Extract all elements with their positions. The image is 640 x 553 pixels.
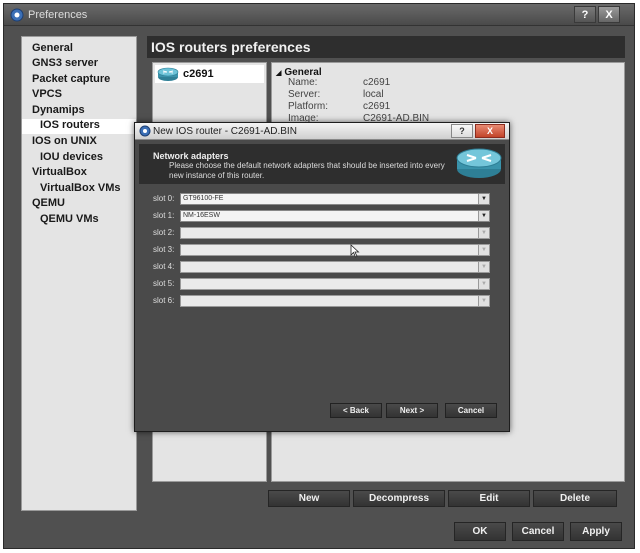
new-ios-router-dialog: New IOS router - C2691-AD.BIN ? X Networ… [134,122,510,432]
slot-1-select[interactable]: NM-16ESW ▼ [180,210,490,222]
slot-6-label: slot 6: [153,296,175,305]
prop-platform-key: Platform: [288,101,329,112]
gns3-app-icon [10,8,24,22]
sidebar-item-ios-on-unix[interactable]: IOS on UNIX [32,135,97,150]
slot-2-label: slot 2: [153,228,175,237]
edit-button[interactable]: Edit [448,490,530,507]
sidebar-item-general[interactable]: General [32,42,73,57]
sidebar-item-packet-capture[interactable]: Packet capture [32,73,110,88]
slot-5-label: slot 5: [153,279,175,288]
sidebar-item-virtualbox[interactable]: VirtualBox [32,166,87,181]
ok-button[interactable]: OK [454,522,506,541]
prop-name-value: c2691 [363,77,391,88]
collapse-triangle-icon: ◢ [276,70,282,77]
prop-server-value: local [363,89,384,100]
slot-1-value: NM-16ESW [183,212,220,219]
chevron-down-icon: ▼ [478,228,489,238]
chevron-down-icon: ▼ [478,279,489,289]
new-button[interactable]: New [268,490,350,507]
apply-button[interactable]: Apply [570,522,622,541]
slot-5-select[interactable]: ▼ [180,278,490,290]
slot-0-value: GT96100-FE [183,195,224,202]
prop-platform-value: c2691 [363,101,391,112]
prop-server-key: Server: [288,89,321,100]
sidebar-item-dynamips[interactable]: Dynamips [32,104,85,119]
router-icon [157,67,179,81]
sidebar-item-ios-routers[interactable]: IOS routers [22,119,136,134]
dialog-title: New IOS router - C2691-AD.BIN [153,126,297,137]
dialog-close-button[interactable]: X [475,124,505,138]
decompress-button[interactable]: Decompress [353,490,445,507]
sidebar-item-qemu[interactable]: QEMU [32,197,65,212]
help-button[interactable]: ? [574,6,596,23]
next-button[interactable]: Next > [386,403,438,418]
slot-4-select[interactable]: ▼ [180,261,490,273]
slot-6-select[interactable]: ▼ [180,295,490,307]
delete-button[interactable]: Delete [533,490,617,507]
chevron-down-icon: ▼ [478,296,489,306]
sidebar-item-vpcs[interactable]: VPCS [32,88,62,103]
sidebar-item-virtualbox-vms[interactable]: VirtualBox VMs [40,182,121,197]
chevron-down-icon: ▼ [478,262,489,272]
slot-3-label: slot 3: [153,245,175,254]
dialog-cancel-button[interactable]: Cancel [445,403,497,418]
chevron-down-icon: ▼ [478,211,489,221]
sidebar-item-qemu-vms[interactable]: QEMU VMs [40,213,99,228]
cancel-button[interactable]: Cancel [512,522,564,541]
chevron-down-icon: ▼ [478,245,489,255]
slot-2-select[interactable]: ▼ [180,227,490,239]
dialog-titlebar[interactable]: New IOS router - C2691-AD.BIN ? X [135,123,509,140]
slot-0-select[interactable]: GT96100-FE ▼ [180,193,490,205]
close-button[interactable]: X [598,6,620,23]
prop-name-key: Name: [288,77,318,88]
window-title: Preferences [28,9,88,21]
chevron-down-icon: ▼ [478,194,489,204]
slot-0-label: slot 0: [153,194,175,203]
router-icon [456,148,502,178]
gns3-dialog-icon [139,125,151,137]
slot-4-label: slot 4: [153,262,175,271]
wizard-header-title: Network adapters [153,151,229,161]
slot-1-label: slot 1: [153,211,175,220]
dialog-help-button[interactable]: ? [451,124,473,138]
router-name: c2691 [183,68,214,80]
window-titlebar[interactable]: Preferences ? X [4,4,634,26]
wizard-header-description: Please choose the default network adapte… [169,161,445,180]
mouse-cursor-icon [350,244,360,258]
preferences-sidebar: General GNS3 server Packet capture VPCS … [21,36,137,511]
sidebar-item-gns3-server[interactable]: GNS3 server [32,57,98,72]
slot-3-select[interactable]: ▼ [180,244,490,256]
wizard-header: Network adapters Please choose the defau… [139,144,505,184]
router-list-item[interactable]: c2691 [155,65,264,83]
page-title: IOS routers preferences [147,36,625,58]
sidebar-item-iou-devices[interactable]: IOU devices [40,151,103,166]
back-button[interactable]: < Back [330,403,382,418]
